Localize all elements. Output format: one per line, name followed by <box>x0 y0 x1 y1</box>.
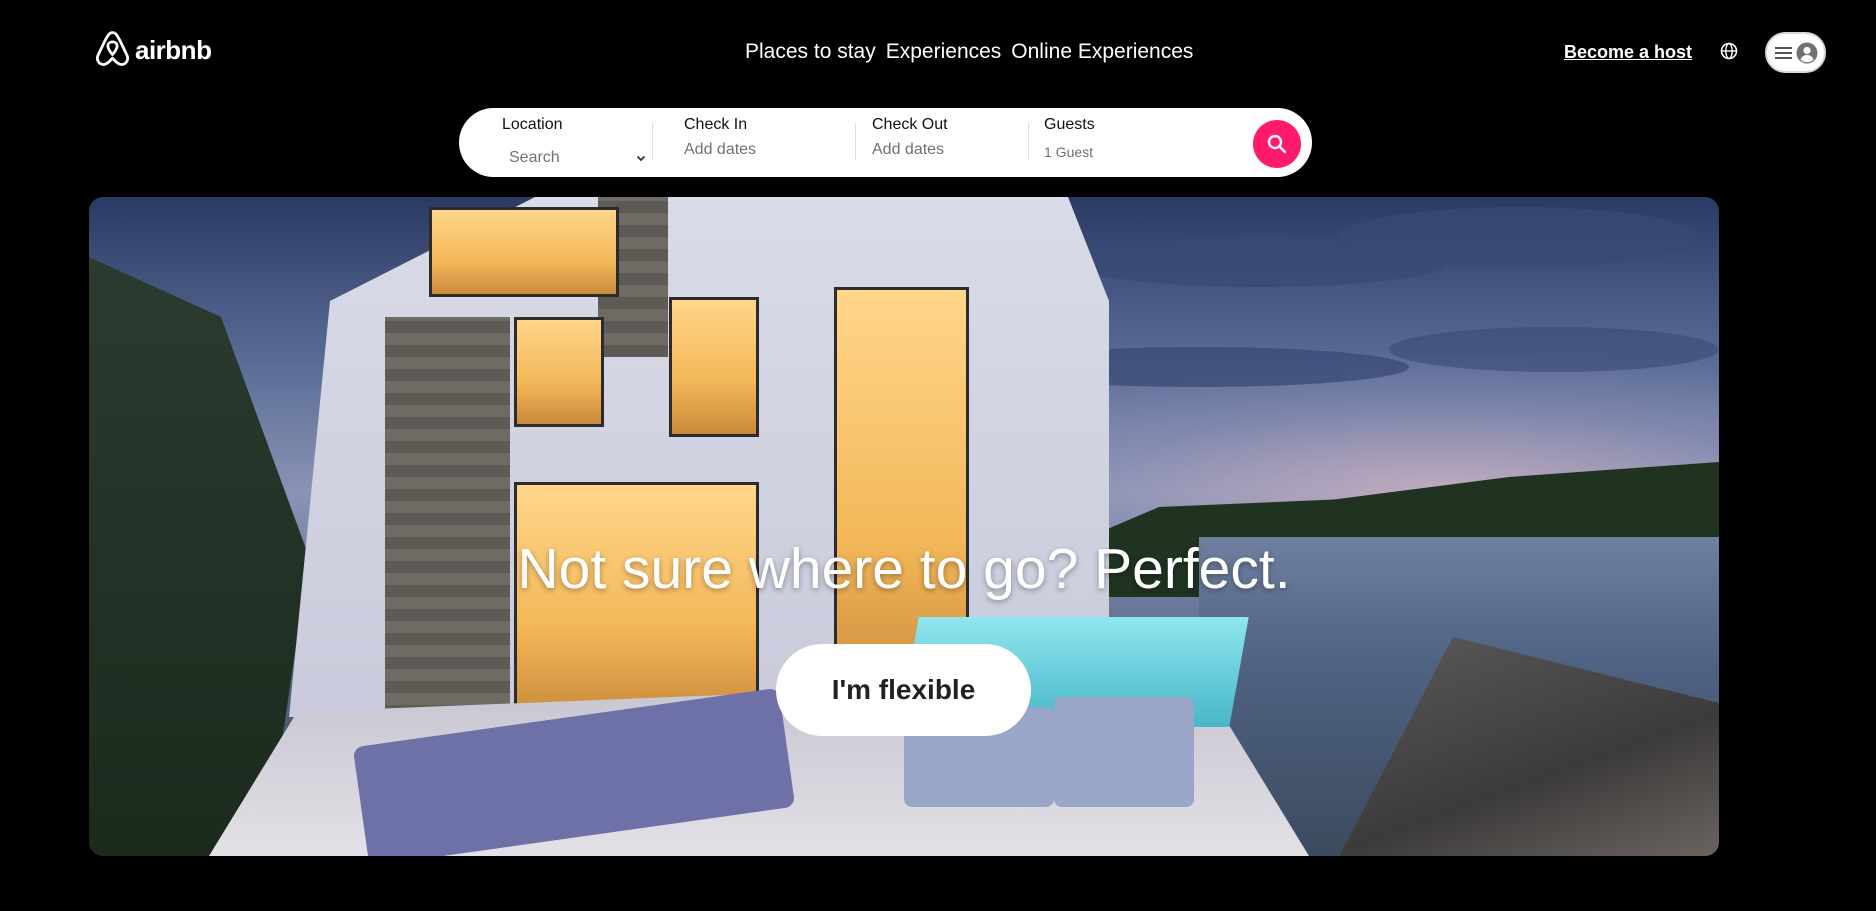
globe-icon[interactable] <box>1719 41 1739 61</box>
chevron-down-icon <box>636 155 646 162</box>
search-icon <box>1267 134 1287 154</box>
nav-places-to-stay[interactable]: Places to stay <box>745 40 876 64</box>
hamburger-icon <box>1774 46 1792 59</box>
location-label: Location <box>502 116 563 133</box>
main-nav: Places to stay Experiences Online Experi… <box>745 40 1193 64</box>
location-select[interactable]: Search <box>505 147 647 169</box>
im-flexible-button[interactable]: I'm flexible <box>776 644 1031 736</box>
check-out-field[interactable]: Check Out Add dates <box>856 108 1016 177</box>
hero-banner: Not sure where to go? Perfect. I'm flexi… <box>89 197 1719 856</box>
user-avatar-icon <box>1796 42 1817 63</box>
guests-label: Guests <box>1044 116 1095 133</box>
guests-value: 1 Guest <box>1044 144 1094 160</box>
airbnb-belo-icon <box>96 31 129 66</box>
search-button[interactable] <box>1253 120 1301 168</box>
guests-field[interactable]: Guests 1 Guest <box>1029 108 1239 177</box>
check-out-label: Check Out <box>872 116 948 133</box>
user-menu-button[interactable] <box>1765 32 1826 73</box>
location-value: Search <box>509 149 560 166</box>
location-field[interactable]: Location Search <box>459 108 652 177</box>
search-bar: Location Search Check In Add dates Check… <box>459 108 1312 177</box>
check-in-label: Check In <box>684 116 748 133</box>
logo-text: airbnb <box>135 34 212 65</box>
check-out-value: Add dates <box>872 141 945 158</box>
nav-online-experiences[interactable]: Online Experiences <box>1011 40 1193 64</box>
become-a-host-link[interactable]: Become a host <box>1564 42 1692 63</box>
check-in-value: Add dates <box>684 141 757 158</box>
hero-title: Not sure where to go? Perfect. <box>517 537 1291 601</box>
check-in-field[interactable]: Check In Add dates <box>653 108 815 177</box>
nav-experiences[interactable]: Experiences <box>886 40 1002 64</box>
airbnb-logo[interactable]: airbnb <box>94 30 212 70</box>
